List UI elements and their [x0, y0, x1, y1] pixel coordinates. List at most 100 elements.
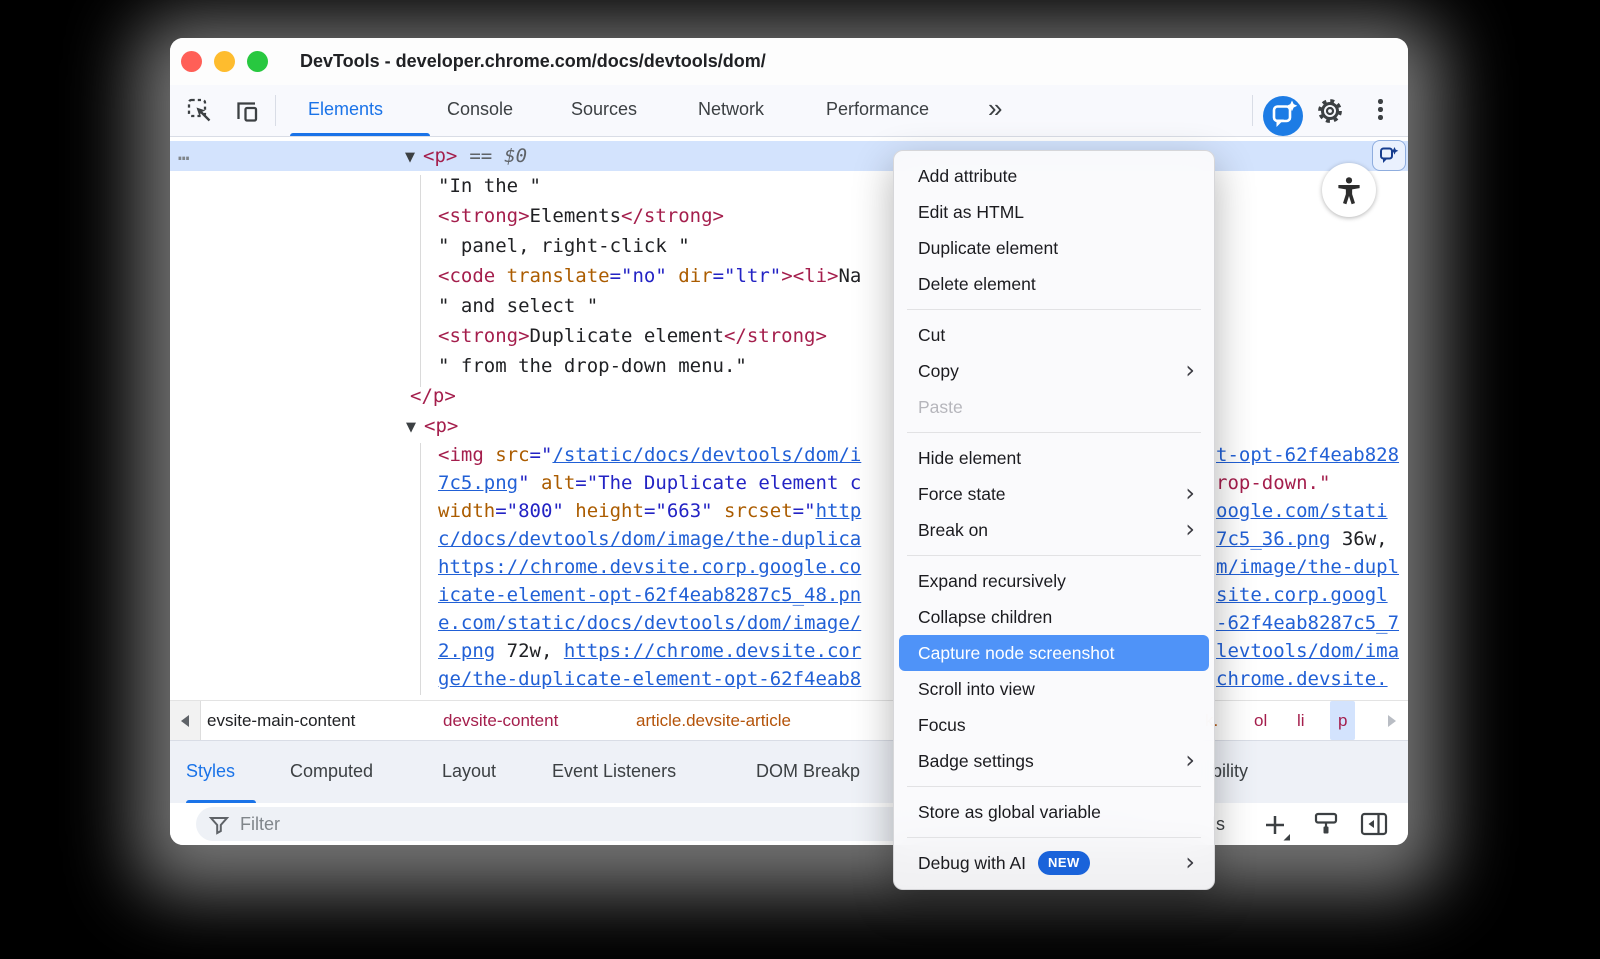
menu-item-label: Store as global variable: [918, 802, 1101, 822]
accessibility-person-icon[interactable]: [1322, 163, 1376, 217]
dom-line[interactable]: 2.png 72w, https://chrome.devsite.cor: [170, 637, 893, 665]
active-tab-underline: [290, 133, 430, 136]
selected-tag[interactable]: <p>: [423, 145, 457, 167]
subtab-styles[interactable]: Styles: [186, 741, 235, 803]
menu-item-copy[interactable]: Copy›: [899, 353, 1209, 389]
dom-line-fragment[interactable]: t-opt-62f4eab828: [1216, 441, 1408, 469]
menu-item-capture-node-screenshot[interactable]: Capture node screenshot: [899, 635, 1209, 671]
kebab-menu-icon[interactable]: [1378, 99, 1383, 120]
tab-performance[interactable]: Performance: [826, 85, 929, 133]
menu-item-label: Paste: [918, 397, 963, 417]
breadcrumb-scroll-left-button[interactable]: [170, 701, 201, 740]
subtab-bility[interactable]: bility: [1212, 741, 1248, 803]
dom-line[interactable]: " and select ": [170, 291, 893, 321]
dom-line[interactable]: "In the ": [170, 171, 893, 201]
breadcrumb-item-ol[interactable]: ol: [1254, 701, 1267, 740]
dom-line[interactable]: <code translate="no" dir="ltr"><li>Na: [170, 261, 893, 291]
row-options-dots[interactable]: …: [178, 141, 189, 167]
menu-item-label: Force state: [918, 484, 1006, 504]
menu-item-badge-settings[interactable]: Badge settings›: [899, 743, 1209, 779]
breadcrumb-bar: evsite-main-content devsite-content articl…: [170, 700, 1408, 740]
dom-line[interactable]: " panel, right-click ": [170, 231, 893, 261]
rendering-brush-icon[interactable]: [1312, 810, 1340, 843]
menu-item-force-state[interactable]: Force state›: [899, 476, 1209, 512]
menu-item-duplicate-element[interactable]: Duplicate element: [899, 230, 1209, 266]
tab-network[interactable]: Network: [698, 85, 764, 133]
dollar-zero-ref: $0: [504, 145, 527, 167]
breadcrumb-item-article-devsite-article[interactable]: article.devsite-article: [636, 701, 791, 740]
title-bar: DevTools - developer.chrome.com/docs/dev…: [170, 38, 1408, 86]
new-style-rule-plus-icon[interactable]: [1260, 810, 1291, 845]
minimize-window-button[interactable]: [214, 51, 235, 72]
dom-line[interactable]: ge/the-duplicate-element-opt-62f4eab8: [170, 665, 893, 693]
subtab-computed[interactable]: Computed: [290, 741, 373, 803]
zoom-window-button[interactable]: [247, 51, 268, 72]
menu-item-debug-with-ai[interactable]: Debug with AINEW›: [899, 845, 1209, 881]
more-tabs-icon[interactable]: »: [988, 85, 1000, 133]
menu-item-add-attribute[interactable]: Add attribute: [899, 158, 1209, 194]
tab-sources[interactable]: Sources: [571, 85, 637, 133]
dom-line[interactable]: <strong>Elements</strong>: [170, 201, 893, 231]
menu-item-label: Debug with AI: [918, 853, 1026, 873]
menu-item-paste: Paste: [899, 389, 1209, 425]
menu-item-delete-element[interactable]: Delete element: [899, 266, 1209, 302]
close-window-button[interactable]: [181, 51, 202, 72]
dom-line[interactable]: c/docs/devtools/dom/image/the-duplica: [170, 525, 893, 553]
menu-item-store-as-global-variable[interactable]: Store as global variable: [899, 794, 1209, 830]
menu-item-label: Collapse children: [918, 607, 1052, 627]
dom-line-fragment[interactable]: rop-down.": [1216, 469, 1408, 497]
dom-line-fragment[interactable]: -62f4eab8287c5_7: [1216, 609, 1408, 637]
breadcrumb-scroll-right-button[interactable]: [1375, 701, 1408, 740]
inspect-element-icon[interactable]: [185, 96, 215, 131]
breadcrumb-item-devsite-content[interactable]: devsite-content: [443, 701, 558, 740]
breadcrumb-item-evsite-main-content[interactable]: evsite-main-content: [207, 701, 355, 740]
subtab-dom-breakp[interactable]: DOM Breakp: [756, 741, 860, 803]
menu-item-expand-recursively[interactable]: Expand recursively: [899, 563, 1209, 599]
subtab-layout[interactable]: Layout: [442, 741, 496, 803]
dom-line-fragment[interactable]: m/image/the-dupl: [1216, 553, 1408, 581]
dom-line[interactable]: width="800" height="663" srcset="http: [170, 497, 893, 525]
menu-item-hide-element[interactable]: Hide element: [899, 440, 1209, 476]
dom-line-fragment[interactable]: site.corp.googl: [1216, 581, 1408, 609]
device-toolbar-icon[interactable]: [232, 96, 262, 131]
menu-item-focus[interactable]: Focus: [899, 707, 1209, 743]
breadcrumb-item-p[interactable]: p: [1330, 701, 1355, 740]
submenu-chevron-icon: ›: [1185, 742, 1195, 778]
tab-console[interactable]: Console: [447, 85, 513, 133]
menu-item-label: Hide element: [918, 448, 1021, 468]
context-menu: Add attribute Edit as HTML Duplicate eleme…: [893, 150, 1215, 890]
dom-line-fragment[interactable]: levtools/dom/ima: [1216, 637, 1408, 665]
dom-line[interactable]: <strong>Duplicate element</strong>: [170, 321, 893, 351]
dom-line-fragment[interactable]: 7c5_36.png 36w,: [1216, 525, 1408, 553]
dom-line[interactable]: ▼<p>: [170, 411, 893, 443]
dom-line[interactable]: </p>: [170, 381, 893, 411]
submenu-chevron-icon: ›: [1185, 352, 1195, 388]
dom-line[interactable]: " from the drop-down menu.": [170, 351, 893, 381]
breadcrumb-item-li[interactable]: li: [1297, 701, 1305, 740]
menu-item-break-on[interactable]: Break on›: [899, 512, 1209, 548]
dom-line[interactable]: icate-element-opt-62f4eab8287c5_48.pn: [170, 581, 893, 609]
dom-line[interactable]: https://chrome.devsite.corp.google.co: [170, 553, 893, 581]
dock-panel-toggle-icon[interactable]: [1360, 812, 1388, 841]
tab-elements[interactable]: Elements: [308, 85, 383, 133]
submenu-chevron-icon: ›: [1185, 511, 1195, 547]
dom-line[interactable]: 7c5.png" alt="The Duplicate element c: [170, 469, 893, 497]
menu-item-scroll-into-view[interactable]: Scroll into view: [899, 671, 1209, 707]
capture-node-icon[interactable]: [1372, 140, 1406, 171]
dom-line-fragment[interactable]: chrome.devsite.: [1216, 665, 1408, 693]
menu-item-label: Scroll into view: [918, 679, 1035, 699]
menu-item-label: Edit as HTML: [918, 202, 1024, 222]
menu-item-label: Cut: [918, 325, 945, 345]
subtab-event-listeners[interactable]: Event Listeners: [552, 741, 676, 803]
selected-dom-row[interactable]: … ▼<p> == $0: [170, 141, 1408, 171]
menu-item-cut[interactable]: Cut: [899, 317, 1209, 353]
settings-gear-icon[interactable]: [1316, 97, 1344, 130]
dom-line[interactable]: e.com/static/docs/devtools/dom/image/: [170, 609, 893, 637]
menu-item-collapse-children[interactable]: Collapse children: [899, 599, 1209, 635]
menu-item-edit-as-html[interactable]: Edit as HTML: [899, 194, 1209, 230]
ai-assistance-icon[interactable]: [1262, 95, 1304, 142]
dom-line-fragment[interactable]: oogle.com/stati: [1216, 497, 1408, 525]
dom-line[interactable]: <img src="/static/docs/devtools/dom/i: [170, 441, 893, 469]
expand-arrow-icon[interactable]: ▼: [405, 143, 423, 173]
equals-sign: ==: [469, 145, 492, 167]
